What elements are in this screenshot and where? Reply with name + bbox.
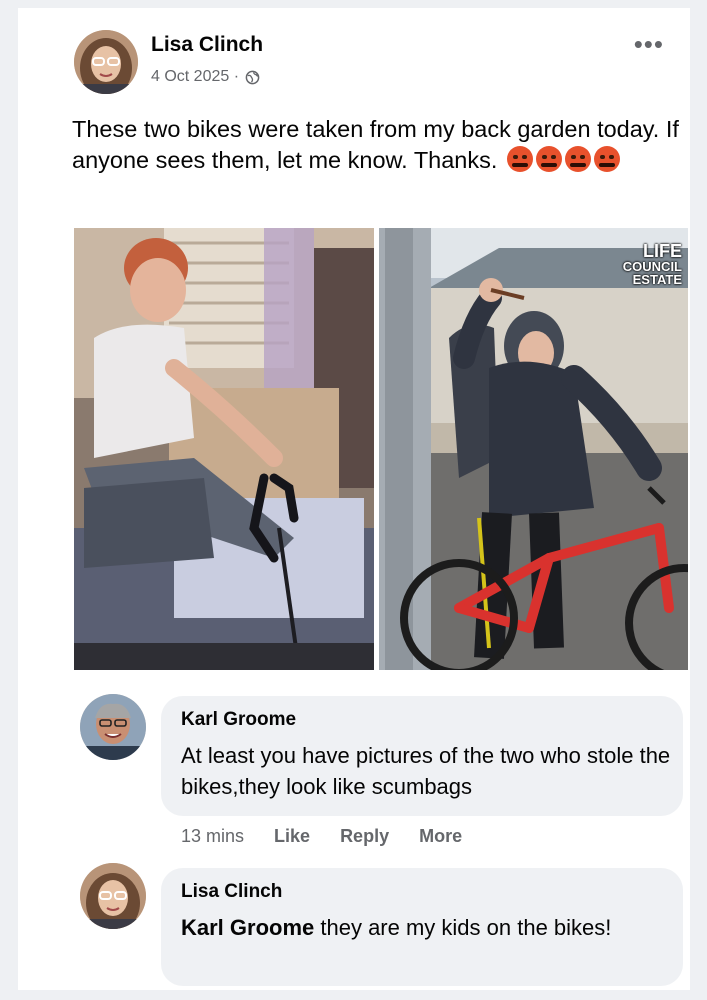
angry-emoji-icon [535, 146, 562, 172]
post-text: These two bikes were taken from my back … [72, 114, 692, 176]
post-author-name[interactable]: Lisa Clinch [151, 33, 263, 57]
commenter-avatar[interactable] [80, 694, 146, 760]
comment-author[interactable]: Karl Groome [181, 709, 296, 731]
reply-bubble: Lisa Clinch Karl Groome they are my kids… [161, 868, 683, 986]
reply-text: Karl Groome they are my kids on the bike… [181, 912, 671, 943]
watermark-logo: LIFE COUNCIL ESTATE [623, 242, 682, 286]
more-options-icon[interactable]: ••• [634, 31, 664, 57]
watermark-line-3: ESTATE [632, 272, 682, 287]
angry-emoji-icon [593, 146, 620, 172]
comment-time[interactable]: 13 mins [181, 826, 244, 847]
watermark-line-1: LIFE [643, 241, 682, 261]
reply-button[interactable]: Reply [340, 826, 389, 847]
comment-actions: 13 mins Like Reply More [181, 826, 462, 847]
more-button[interactable]: More [419, 826, 462, 847]
comment-text: At least you have pictures of the two wh… [181, 743, 671, 799]
post-date[interactable]: 4 Oct 2025 · [151, 68, 239, 86]
post-meta: 4 Oct 2025 · [151, 68, 260, 86]
post-card: Lisa Clinch 4 Oct 2025 · ••• These two b… [18, 8, 690, 990]
mention-link[interactable]: Karl Groome [181, 915, 314, 940]
reply-body: they are my kids on the bikes! [314, 915, 612, 940]
author-avatar[interactable] [74, 30, 138, 94]
angry-emoji-icon [506, 146, 533, 172]
post-photo-left[interactable] [74, 228, 374, 670]
angry-emoji-icon [564, 146, 591, 172]
like-button[interactable]: Like [274, 826, 310, 847]
globe-icon [245, 70, 260, 85]
reply-author-avatar[interactable] [80, 863, 146, 929]
post-photo-right[interactable]: LIFE COUNCIL ESTATE [379, 228, 688, 670]
reply-author[interactable]: Lisa Clinch [181, 881, 282, 903]
comment-bubble: Karl Groome At least you have pictures o… [161, 696, 683, 816]
